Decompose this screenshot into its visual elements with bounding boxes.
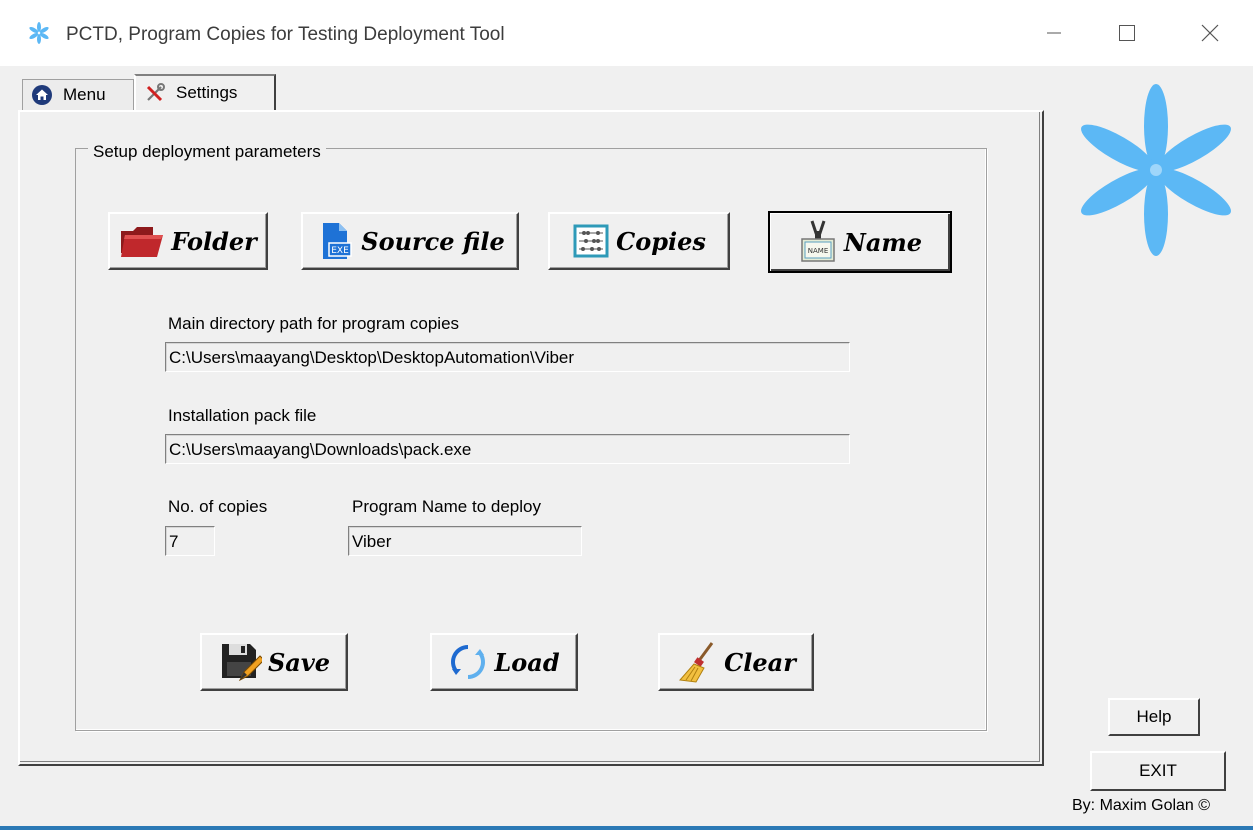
copies-count-field[interactable]: 7 [165, 526, 215, 556]
exit-button[interactable]: EXIT [1090, 751, 1226, 791]
help-button[interactable]: Help [1108, 698, 1200, 736]
source-file-button-label: Source file [361, 226, 505, 256]
clear-button[interactable]: Clear [658, 633, 814, 691]
tools-icon [146, 83, 165, 102]
abacus-icon [573, 224, 609, 258]
tab-menu-label: Menu [63, 85, 106, 104]
close-button[interactable] [1180, 0, 1240, 66]
folder-button[interactable]: Folder [108, 212, 268, 270]
copies-count-label: No. of copies [168, 497, 268, 516]
author-credit: By: Maxim Golan © [1072, 797, 1211, 814]
name-button[interactable]: NAME Name [768, 211, 952, 273]
minimize-button[interactable] [1024, 0, 1084, 66]
tab-settings-label: Settings [176, 83, 238, 102]
app-logo-icon [29, 22, 49, 44]
name-button-label: Name [843, 227, 923, 257]
save-button-label: Save [267, 647, 331, 677]
svg-text:EXE: EXE [331, 246, 349, 256]
reload-icon [451, 645, 486, 679]
main-directory-label: Main directory path for program copies [168, 314, 460, 333]
groupbox-title: Setup deployment parameters [88, 142, 326, 162]
exe-file-icon: EXE [323, 223, 352, 259]
folder-button-label: Folder [171, 226, 257, 256]
clear-button-label: Clear [724, 647, 796, 677]
source-file-button[interactable]: EXE Source file [301, 212, 519, 270]
broom-icon [679, 642, 714, 683]
main-directory-field[interactable]: C:\Users\maayang\Desktop\DesktopAutomati… [165, 342, 850, 372]
name-tag-text: NAME [808, 247, 829, 255]
maximize-button[interactable] [1097, 0, 1157, 66]
save-disk-icon [221, 644, 262, 682]
load-button-label: Load [494, 647, 560, 677]
load-button[interactable]: Load [430, 633, 578, 691]
tab-menu[interactable]: Menu [22, 79, 134, 110]
program-name-label: Program Name to deploy [352, 497, 541, 516]
installation-pack-label: Installation pack file [168, 406, 317, 425]
copies-button-label: Copies [616, 226, 706, 256]
copies-button[interactable]: Copies [548, 212, 730, 270]
minimize-icon [1047, 32, 1061, 34]
maximize-icon [1119, 25, 1135, 41]
name-tag-icon: NAME [801, 220, 835, 262]
app-logo [1081, 84, 1231, 256]
close-icon [1201, 24, 1219, 42]
program-name-field[interactable]: Viber [348, 526, 582, 556]
save-button[interactable]: Save [200, 633, 348, 691]
taskbar-edge [0, 826, 1253, 830]
window-title: PCTD, Program Copies for Testing Deploym… [66, 24, 505, 45]
home-icon [32, 85, 52, 105]
tab-settings[interactable]: Settings [134, 74, 276, 110]
folder-icon [121, 227, 164, 257]
installation-pack-field[interactable]: C:\Users\maayang\Downloads\pack.exe [165, 434, 850, 464]
